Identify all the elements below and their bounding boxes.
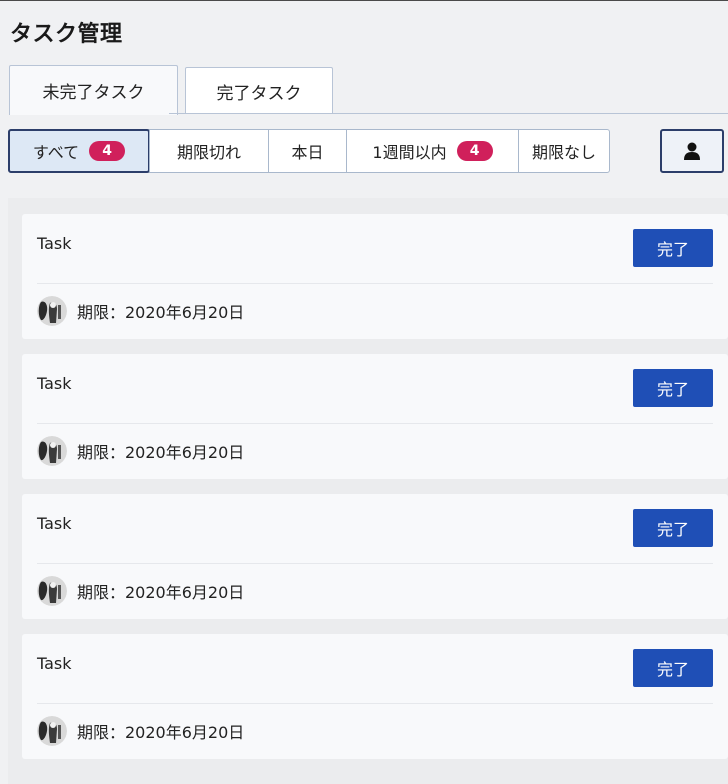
window-top-border (0, 0, 728, 1)
filter-expired-button[interactable]: 期限切れ (149, 130, 268, 172)
card-divider (37, 563, 713, 564)
task-meta: 期限：2020年6月20日 (37, 716, 244, 746)
filter-bar: すべて 4 期限切れ 本日 1週間以内 4 期限なし (8, 129, 610, 173)
tab-incomplete-tasks[interactable]: 未完了タスク (9, 65, 178, 115)
task-card: Task 完了 期限：2020年6月20日 (22, 214, 728, 339)
filter-today-button[interactable]: 本日 (268, 130, 346, 172)
filter-within-week-button[interactable]: 1週間以内 4 (346, 130, 518, 172)
filter-label: すべて (32, 143, 80, 162)
due-date: 期限：2020年6月20日 (77, 723, 245, 742)
task-meta: 期限：2020年6月20日 (37, 296, 244, 326)
avatar (37, 296, 67, 326)
card-divider (37, 703, 713, 704)
complete-button[interactable]: 完了 (633, 509, 713, 547)
task-list: Task 完了 期限：2020年6月20日 Task 完了 期限：2020年6月… (8, 198, 728, 784)
filter-label: 期限なし (531, 143, 596, 162)
avatar (37, 436, 67, 466)
due-date: 期限：2020年6月20日 (77, 303, 245, 322)
tab-label: 未完了タスク (42, 83, 145, 103)
due-date: 期限：2020年6月20日 (77, 583, 245, 602)
complete-button[interactable]: 完了 (633, 229, 713, 267)
count-badge: 4 (89, 141, 126, 161)
task-title: Task (37, 374, 72, 393)
task-card: Task 完了 期限：2020年6月20日 (22, 634, 728, 759)
card-divider (37, 423, 713, 424)
tab-completed-tasks[interactable]: 完了タスク (185, 67, 333, 114)
filter-no-deadline-button[interactable]: 期限なし (518, 130, 609, 172)
card-divider (37, 283, 713, 284)
user-filter-button[interactable] (660, 129, 724, 173)
avatar (37, 716, 67, 746)
filter-label: 1週間以内 (372, 143, 447, 162)
avatar (37, 576, 67, 606)
count-badge: 4 (456, 141, 493, 161)
page-title: タスク管理 (10, 22, 123, 47)
due-date: 期限：2020年6月20日 (77, 443, 245, 462)
task-title: Task (37, 514, 72, 533)
user-icon (684, 142, 700, 160)
filter-all-button[interactable]: すべて 4 (8, 129, 150, 173)
task-meta: 期限：2020年6月20日 (37, 436, 244, 466)
tab-divider (169, 113, 728, 114)
task-card: Task 完了 期限：2020年6月20日 (22, 494, 728, 619)
tab-label: 完了タスク (216, 83, 302, 104)
filter-label: 期限切れ (176, 143, 241, 162)
task-title: Task (37, 234, 72, 253)
task-meta: 期限：2020年6月20日 (37, 576, 244, 606)
complete-button[interactable]: 完了 (633, 369, 713, 407)
task-title: Task (37, 654, 72, 673)
filter-label: 本日 (291, 143, 324, 162)
task-card: Task 完了 期限：2020年6月20日 (22, 354, 728, 479)
complete-button[interactable]: 完了 (633, 649, 713, 687)
